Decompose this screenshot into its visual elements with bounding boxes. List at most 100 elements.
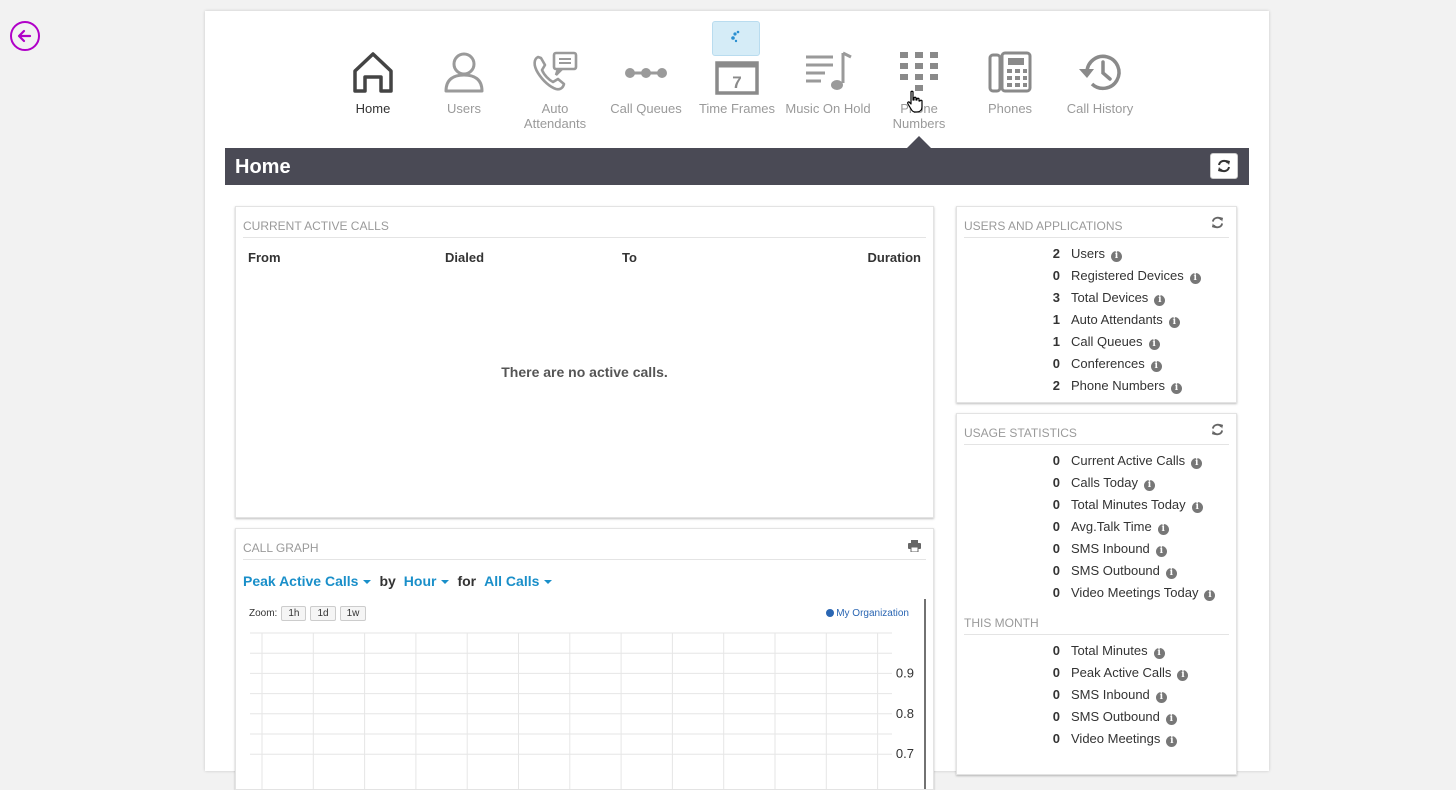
y-tick-label: 0.9 — [896, 665, 914, 680]
nav-label: Music On Hold — [785, 101, 871, 116]
usage-stats-panel: Usage Statistics 0 Current Active Calls i … — [956, 413, 1237, 775]
stat-row: 0 Total Minutes i — [957, 640, 1236, 662]
nav-phone-numbers[interactable]: Phone Numbers — [874, 47, 964, 131]
panel-title: Usage Statistics — [964, 426, 1229, 445]
nav-home[interactable]: Home — [328, 47, 418, 116]
nav-phones[interactable]: Phones — [965, 47, 1055, 116]
main-container: Home Users Auto Attendants Call Queues 7… — [205, 11, 1269, 790]
stat-row: 3 Total Devices i — [957, 287, 1236, 309]
stat-value: 1 — [1052, 312, 1060, 327]
stat-row: 0 Video Meetings Today i — [957, 582, 1236, 604]
stat-label: SMS Outbound — [1071, 563, 1160, 578]
info-icon[interactable]: i — [1165, 568, 1177, 579]
history-icon — [1079, 54, 1121, 91]
back-button[interactable] — [10, 21, 40, 51]
y-tick-label: 0.7 — [896, 746, 914, 761]
music-icon — [806, 51, 852, 90]
info-icon[interactable]: i — [1166, 736, 1178, 747]
stat-value: 0 — [1052, 687, 1060, 702]
info-icon[interactable]: i — [1153, 648, 1165, 659]
info-icon[interactable]: i — [1143, 480, 1155, 491]
stat-label: Video Meetings — [1071, 731, 1161, 746]
stat-value: 0 — [1052, 475, 1060, 490]
hand-cursor-icon — [907, 90, 923, 113]
stat-row: 0 Avg.Talk Time i — [957, 516, 1236, 538]
zoom-1d-button[interactable]: 1d — [310, 606, 336, 621]
stat-value: 2 — [1052, 246, 1060, 261]
info-icon[interactable]: i — [1165, 714, 1177, 725]
stat-value: 0 — [1052, 665, 1060, 680]
nav-music-on-hold[interactable]: Music On Hold — [783, 47, 873, 116]
stat-label: Avg.Talk Time — [1071, 519, 1152, 534]
stat-label: Conferences — [1071, 356, 1145, 371]
panel-title: Current Active Calls — [243, 219, 926, 238]
stat-value: 3 — [1052, 290, 1060, 305]
stat-row: 0 Total Minutes Today i — [957, 494, 1236, 516]
stat-label: SMS Outbound — [1071, 709, 1160, 724]
info-icon[interactable]: i — [1150, 361, 1162, 372]
call-queue-icon — [625, 68, 667, 78]
refresh-icon[interactable] — [1211, 423, 1224, 436]
nav-auto-attendants[interactable]: Auto Attendants — [510, 47, 600, 131]
nav-active-pointer — [907, 136, 931, 148]
this-month-title: This Month — [964, 616, 1229, 635]
zoom-1h-button[interactable]: 1h — [281, 606, 307, 621]
refresh-icon[interactable] — [1211, 216, 1224, 229]
info-icon[interactable]: i — [1148, 339, 1160, 350]
calendar-day: 7 — [732, 73, 741, 92]
info-icon[interactable]: i — [1204, 590, 1216, 601]
nav-time-frames[interactable]: 7 Time Frames — [692, 47, 782, 116]
stat-label: Registered Devices — [1071, 268, 1184, 283]
stat-value: 0 — [1052, 709, 1060, 724]
legend-item[interactable]: My Organization — [826, 608, 909, 619]
stat-label: Peak Active Calls — [1071, 665, 1172, 680]
info-icon[interactable]: i — [1177, 670, 1189, 681]
stat-row: 0 SMS Inbound i — [957, 684, 1236, 706]
nav-call-history[interactable]: Call History — [1055, 47, 1145, 116]
column-from: From — [248, 250, 281, 265]
call-graph-panel: Call Graph Peak Active Calls by Hour for All… — [235, 528, 934, 790]
info-icon[interactable]: i — [1170, 383, 1182, 394]
stat-value: 0 — [1052, 563, 1060, 578]
zoom-1w-button[interactable]: 1w — [339, 606, 367, 621]
nav-label: Users — [447, 101, 481, 116]
stat-row: 0 Registered Devices i — [957, 265, 1236, 287]
zoom-label: Zoom: — [249, 608, 278, 619]
info-icon[interactable]: i — [1168, 317, 1180, 328]
info-icon[interactable]: i — [1157, 524, 1169, 535]
active-calls-panel: Current Active Calls From Dialed To Dura… — [235, 206, 934, 518]
info-icon[interactable]: i — [1110, 251, 1122, 262]
empty-message: There are no active calls. — [501, 364, 668, 380]
stat-label: Total Minutes — [1071, 643, 1148, 658]
stat-row: 0 Calls Today i — [957, 472, 1236, 494]
stat-row: 0 Peak Active Calls i — [957, 662, 1236, 684]
stat-row: 0 Video Meetings i — [957, 728, 1236, 750]
stat-label: Call Queues — [1071, 334, 1143, 349]
calendar-icon: 7 — [715, 61, 759, 95]
stat-row: 1 Auto Attendants i — [957, 309, 1236, 331]
stat-value: 0 — [1052, 541, 1060, 556]
stat-row: 2 Phone Numbers i — [957, 375, 1236, 397]
info-icon[interactable]: i — [1191, 502, 1203, 513]
stat-row: 0 Conferences i — [957, 353, 1236, 375]
info-icon[interactable]: i — [1191, 458, 1203, 469]
stat-label: Phone Numbers — [1071, 378, 1165, 393]
nav-label: Time Frames — [698, 101, 776, 116]
nav-users[interactable]: Users — [419, 47, 509, 116]
info-icon[interactable]: i — [1155, 546, 1167, 557]
info-icon[interactable]: i — [1189, 273, 1201, 284]
page-header: Home — [225, 148, 1249, 185]
stat-label: Total Devices — [1071, 290, 1149, 305]
info-icon[interactable]: i — [1155, 692, 1167, 703]
stat-value: 0 — [1052, 731, 1060, 746]
stat-value: 0 — [1052, 453, 1060, 468]
stat-label: Current Active Calls — [1071, 453, 1186, 468]
nav-call-queues[interactable]: Call Queues — [601, 47, 691, 116]
stat-value: 0 — [1052, 585, 1060, 600]
stat-row: 0 Current Active Calls i — [957, 450, 1236, 472]
users-apps-list: 2 Users i 0 Registered Devices i 3 Total Devi… — [957, 243, 1236, 397]
info-icon[interactable]: i — [1154, 295, 1166, 306]
refresh-button[interactable] — [1210, 153, 1238, 179]
stat-value: 0 — [1052, 268, 1060, 283]
users-apps-panel: Users and Applications 2 Users i 0 Register… — [956, 206, 1237, 403]
